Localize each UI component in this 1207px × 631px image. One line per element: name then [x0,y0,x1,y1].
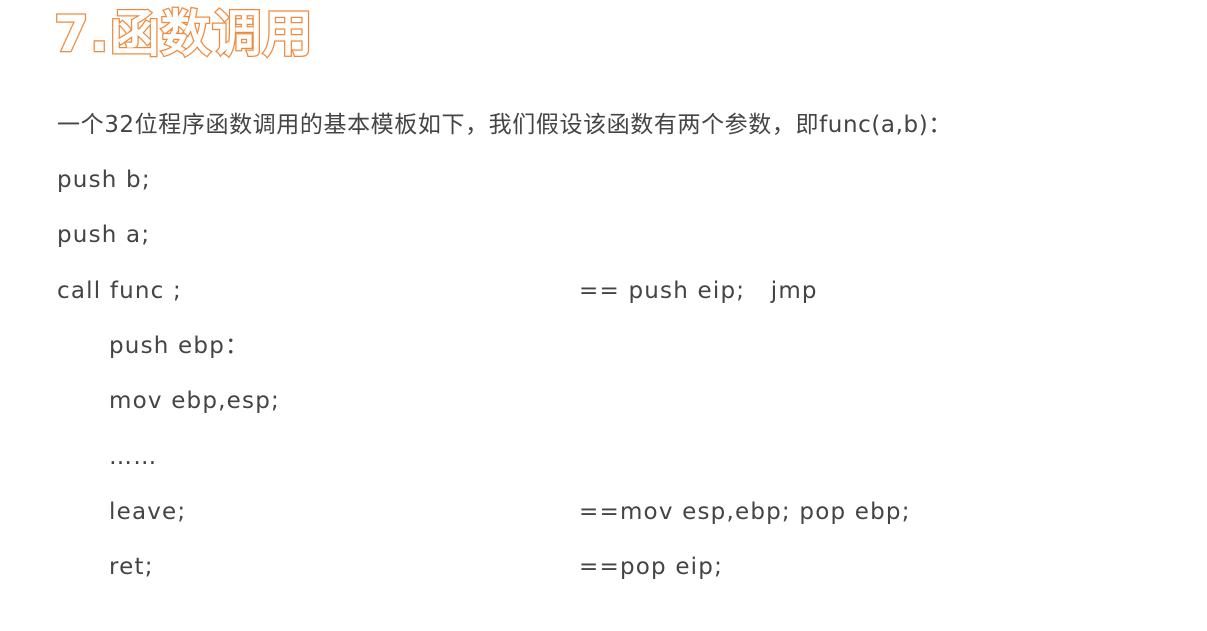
code-line-mov-ebp: mov ebp,esp; [109,388,280,414]
code-line-call-func: call func ; [57,278,182,304]
code-line-push-b: push b; [57,167,151,193]
page-title: 7.函数调用 [53,4,314,65]
code-comment-call-func: == push eip; jmp [579,278,818,304]
code-line-ellipsis: …… [109,444,158,470]
code-line-push-ebp: push ebp： [109,333,250,359]
code-line-push-a: push a; [57,222,151,248]
code-comment-leave: ==mov esp,ebp; pop ebp; [579,499,911,525]
code-line-ret: ret; [109,554,154,580]
code-line-leave: leave; [109,499,187,525]
code-comment-ret: ==pop eip; [579,554,724,580]
intro-text: 一个32位程序函数调用的基本模板如下，我们假设该函数有两个参数，即func(a,… [57,112,952,138]
